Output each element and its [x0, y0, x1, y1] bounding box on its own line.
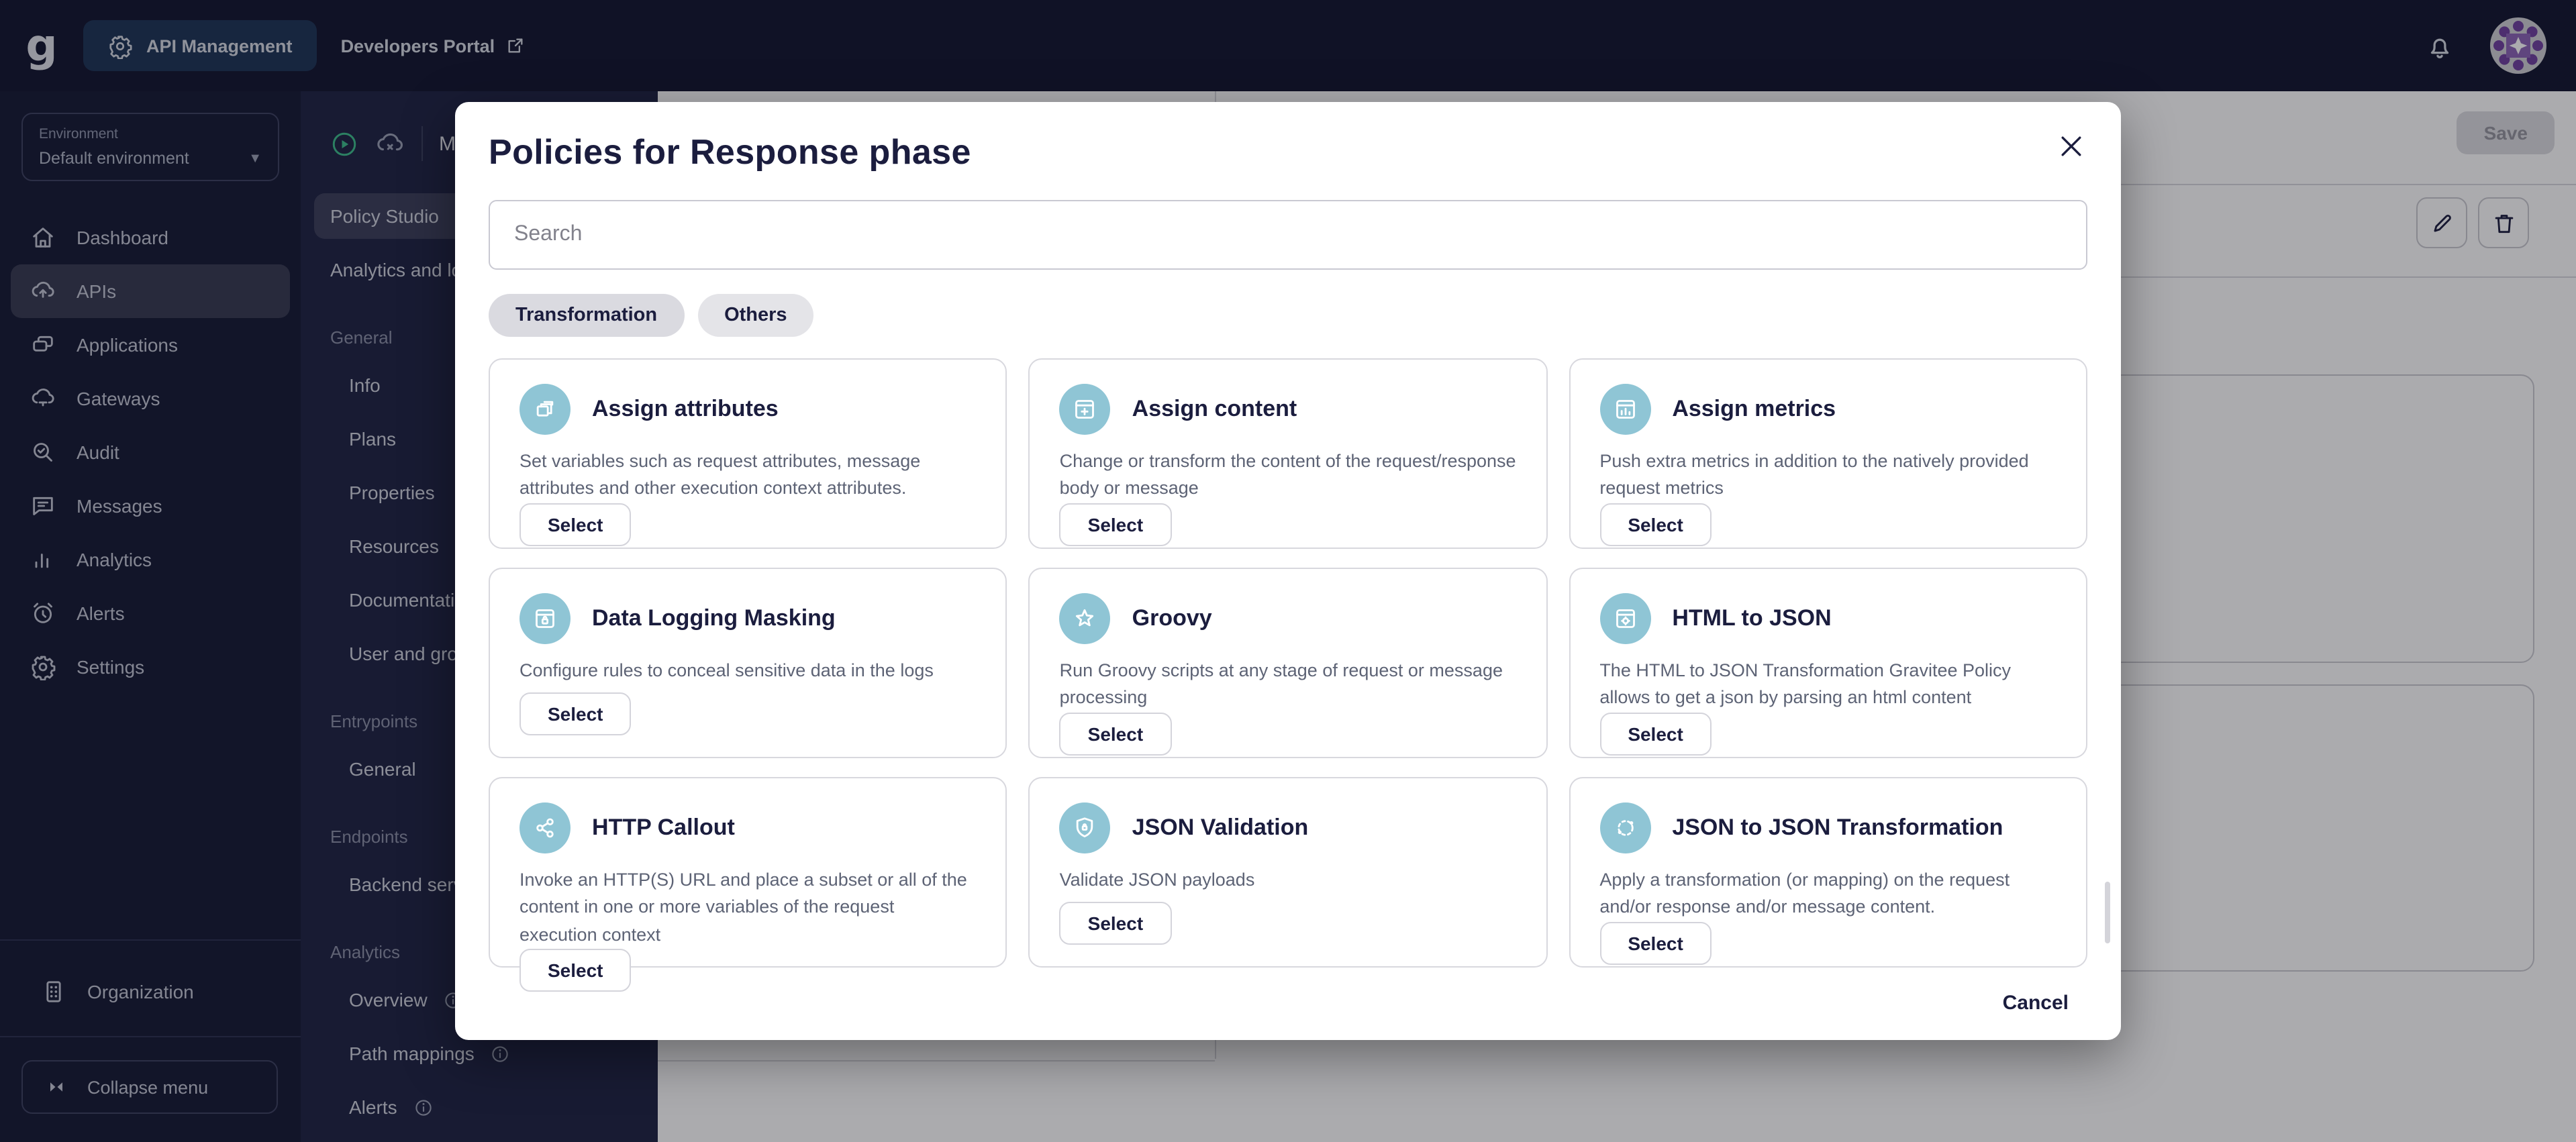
- tab-others[interactable]: Others: [697, 294, 814, 337]
- window-gear-icon: [1599, 593, 1651, 644]
- policy-search-input[interactable]: [489, 200, 2087, 270]
- policy-name: JSON to JSON Transformation: [1672, 815, 2003, 840]
- window-chart-icon: [1599, 384, 1651, 435]
- window-plus-icon: [1059, 384, 1111, 435]
- policy-description: Change or transform the content of the r…: [1059, 451, 1516, 499]
- policy-name: Groovy: [1132, 605, 1212, 631]
- policy-description: Set variables such as request attributes…: [519, 451, 921, 499]
- select-policy-button[interactable]: Select: [1059, 503, 1172, 546]
- policy-description: The HTML to JSON Transformation Gravitee…: [1599, 660, 2012, 708]
- policy-name: HTTP Callout: [592, 815, 735, 840]
- policies-modal: Policies for Response phase Transformati…: [455, 102, 2121, 1040]
- policy-description: Run Groovy scripts at any stage of reque…: [1059, 660, 1503, 708]
- select-policy-button[interactable]: Select: [519, 948, 632, 992]
- policy-name: Assign metrics: [1672, 396, 1836, 421]
- policy-name: Data Logging Masking: [592, 605, 836, 631]
- select-policy-button[interactable]: Select: [1599, 921, 1712, 964]
- policy-grid: Assign attributes Set variables such as r…: [489, 358, 2087, 992]
- policy-card-assign-attributes: Assign attributes Set variables such as r…: [489, 358, 1007, 549]
- policy-card-html-to-json: HTML to JSON The HTML to JSON Transformat…: [1569, 568, 2087, 758]
- policy-name: HTML to JSON: [1672, 605, 1832, 631]
- modal-footer: Cancel: [489, 981, 2087, 1025]
- category-tabs: Transformation Others: [489, 294, 2087, 337]
- app-root: g API Management Developers Portal Envir…: [0, 0, 2576, 1142]
- modal-title: Policies for Response phase: [489, 132, 971, 172]
- window-lock-icon: [519, 593, 571, 644]
- policy-card-data-logging-masking: Data Logging Masking Configure rules to c…: [489, 568, 1007, 758]
- policy-name: Assign attributes: [592, 396, 779, 421]
- policy-card-groovy: Groovy Run Groovy scripts at any stage of…: [1028, 568, 1548, 758]
- share-nodes-icon: [519, 802, 571, 853]
- close-icon[interactable]: [2054, 129, 2089, 164]
- tab-transformation[interactable]: Transformation: [489, 294, 685, 337]
- policy-card-assign-content: Assign content Change or transform the co…: [1028, 358, 1548, 549]
- scrollbar-thumb[interactable]: [2105, 882, 2110, 943]
- policy-description: Configure rules to conceal sensitive dat…: [519, 660, 934, 680]
- policy-description: Invoke an HTTP(S) URL and place a subset…: [519, 870, 967, 944]
- layers-icon: [519, 384, 571, 435]
- policy-description: Push extra metrics in addition to the na…: [1599, 451, 2029, 499]
- policy-description: Validate JSON payloads: [1059, 870, 1255, 890]
- select-policy-button[interactable]: Select: [1599, 503, 1712, 546]
- orbit-icon: [1599, 802, 1651, 853]
- policy-card-json-to-json-transformation: JSON to JSON Transformation Apply a trans…: [1569, 777, 2087, 968]
- select-policy-button[interactable]: Select: [1599, 712, 1712, 755]
- shield-icon: [1059, 802, 1111, 853]
- policy-name: JSON Validation: [1132, 815, 1309, 840]
- select-policy-button[interactable]: Select: [519, 692, 632, 735]
- cancel-button[interactable]: Cancel: [1984, 981, 2087, 1025]
- policy-description: Apply a transformation (or mapping) on t…: [1599, 870, 2010, 917]
- select-policy-button[interactable]: Select: [519, 503, 632, 546]
- policy-name: Assign content: [1132, 396, 1297, 421]
- policy-card-json-validation: JSON Validation Validate JSON payloads Sel…: [1028, 777, 1548, 968]
- select-policy-button[interactable]: Select: [1059, 902, 1172, 945]
- groovy-star-icon: [1059, 593, 1111, 644]
- policy-card-http-callout: HTTP Callout Invoke an HTTP(S) URL and pl…: [489, 777, 1007, 992]
- policy-card-assign-metrics: Assign metrics Push extra metrics in addi…: [1569, 358, 2087, 549]
- select-policy-button[interactable]: Select: [1059, 712, 1172, 755]
